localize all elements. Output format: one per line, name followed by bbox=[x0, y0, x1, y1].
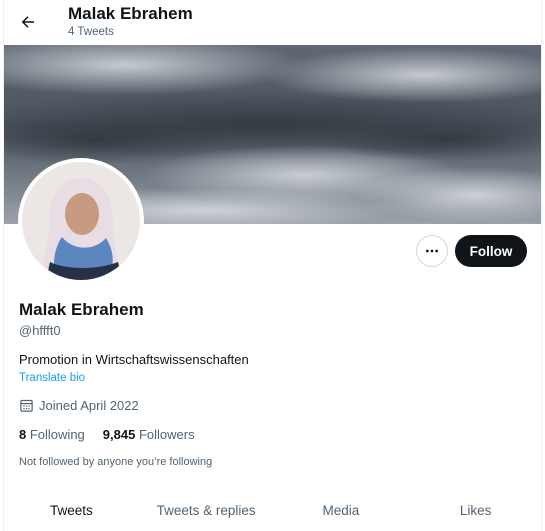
joined-text: Joined April 2022 bbox=[39, 398, 139, 413]
profile-name: Malak Ebrahem bbox=[19, 300, 144, 319]
tab-likes[interactable]: Likes bbox=[408, 490, 541, 531]
avatar[interactable] bbox=[18, 158, 144, 284]
following-link[interactable]: 8 Following bbox=[19, 427, 85, 442]
tab-tweets[interactable]: Tweets bbox=[4, 490, 139, 531]
back-button[interactable] bbox=[14, 8, 42, 36]
follow-button[interactable]: Follow bbox=[455, 235, 527, 267]
profile-bio: Promotion in Wirtschaftswissenschaften bbox=[19, 352, 249, 367]
not-followed-notice: Not followed by anyone you’re following bbox=[19, 456, 213, 468]
profile-page: Malak Ebrahem 4 Tweets Follow Malak Ebra… bbox=[3, 0, 542, 531]
more-options-button[interactable] bbox=[416, 235, 448, 267]
following-count: 8 bbox=[19, 427, 27, 442]
profile-tabs: Tweets Tweets & replies Media Likes bbox=[4, 490, 541, 531]
follow-stats: 8 Following 9,845 Followers bbox=[19, 427, 195, 442]
followers-link[interactable]: 9,845 Followers bbox=[103, 427, 195, 442]
tab-media[interactable]: Media bbox=[274, 490, 409, 531]
tweet-count: 4 Tweets bbox=[68, 26, 114, 38]
profile-header: Malak Ebrahem 4 Tweets bbox=[4, 0, 541, 45]
tab-tweets-replies[interactable]: Tweets & replies bbox=[139, 490, 274, 531]
followers-label: Followers bbox=[138, 427, 195, 442]
profile-handle: @hffft0 bbox=[19, 323, 61, 338]
followers-count: 9,845 bbox=[102, 427, 136, 442]
joined-date: Joined April 2022 bbox=[19, 398, 139, 413]
header-title: Malak Ebrahem bbox=[68, 4, 193, 23]
arrow-left-icon bbox=[21, 16, 34, 28]
calendar-icon bbox=[20, 399, 33, 412]
translate-bio-link[interactable]: Translate bio bbox=[19, 372, 85, 384]
more-horizontal-icon bbox=[426, 249, 438, 253]
following-label: Following bbox=[29, 427, 85, 442]
avatar-image bbox=[22, 162, 140, 280]
